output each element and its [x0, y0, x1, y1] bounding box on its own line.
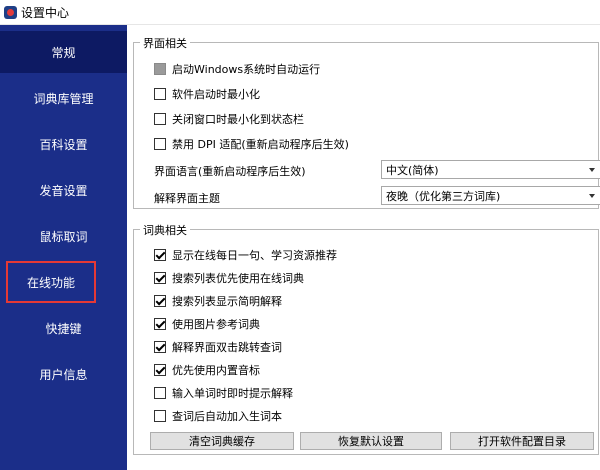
clear-cache-button[interactable]: 清空词典缓存 [150, 432, 294, 450]
dictionary-settings-group: 词典相关 显示在线每日一句、学习资源推荐 搜索列表优先使用在线词典 搜索列表显示… [133, 222, 599, 455]
checkbox[interactable] [154, 318, 166, 330]
option-label: 禁用 DPI 适配(重新启动程序后生效) [172, 138, 349, 151]
checkbox[interactable] [154, 364, 166, 376]
option-label: 显示在线每日一句、学习资源推荐 [172, 249, 337, 262]
checkbox[interactable] [154, 63, 166, 75]
option-builtin-phonetics[interactable]: 优先使用内置音标 [154, 362, 260, 378]
option-auto-start[interactable]: 启动Windows系统时自动运行 [154, 61, 320, 77]
sidebar-item-label: 鼠标取词 [39, 229, 88, 244]
sidebar-item-label: 词典库管理 [33, 91, 94, 106]
option-label: 关闭窗口时最小化到状态栏 [172, 113, 304, 126]
checkbox[interactable] [154, 138, 166, 150]
sidebar-item-encyclopedia[interactable]: 百科设置 [0, 123, 127, 165]
option-label: 软件启动时最小化 [172, 88, 260, 101]
option-double-click-lookup[interactable]: 解释界面双击跳转查词 [154, 339, 282, 355]
button-label: 清空词典缓存 [189, 435, 255, 448]
group-title: 界面相关 [140, 35, 190, 51]
option-image-dictionary[interactable]: 使用图片参考词典 [154, 316, 260, 332]
settings-panel: 界面相关 启动Windows系统时自动运行 软件启动时最小化 关闭窗口时最小化到… [127, 25, 600, 470]
option-label: 启动Windows系统时自动运行 [172, 63, 321, 76]
interface-settings-group: 界面相关 启动Windows系统时自动运行 软件启动时最小化 关闭窗口时最小化到… [133, 35, 600, 209]
option-disable-dpi[interactable]: 禁用 DPI 适配(重新启动程序后生效) [154, 136, 349, 152]
button-label: 打开软件配置目录 [478, 435, 566, 448]
language-label: 界面语言(重新启动程序后生效) [154, 165, 306, 178]
sidebar-item-shortcuts[interactable]: 快捷键 [0, 307, 127, 349]
language-select[interactable]: 中文(简体) [381, 160, 600, 179]
checkbox[interactable] [154, 113, 166, 125]
checkbox[interactable] [154, 410, 166, 422]
button-label: 恢复默认设置 [338, 435, 404, 448]
option-brief-explanation[interactable]: 搜索列表显示简明解释 [154, 293, 282, 309]
sidebar-item-label: 发音设置 [39, 183, 88, 198]
app-logo-icon [4, 5, 17, 19]
option-label: 优先使用内置音标 [172, 364, 260, 377]
sidebar-item-dictionary-library[interactable]: 词典库管理 [0, 77, 127, 119]
option-label: 输入单词时即时提示解释 [172, 387, 293, 400]
option-label: 查词后自动加入生词本 [172, 410, 282, 423]
option-start-minimized[interactable]: 软件启动时最小化 [154, 86, 260, 102]
window-title: 设置中心 [21, 5, 70, 20]
option-auto-add-vocab[interactable]: 查词后自动加入生词本 [154, 408, 282, 424]
group-title: 词典相关 [140, 222, 190, 238]
chevron-down-icon [589, 168, 595, 172]
checkbox[interactable] [154, 295, 166, 307]
option-label: 解释界面双击跳转查词 [172, 341, 282, 354]
checkbox[interactable] [154, 341, 166, 353]
checkbox[interactable] [154, 387, 166, 399]
option-instant-hint[interactable]: 输入单词时即时提示解释 [154, 385, 293, 401]
checkbox[interactable] [154, 88, 166, 100]
option-daily-sentence[interactable]: 显示在线每日一句、学习资源推荐 [154, 247, 337, 263]
theme-label: 解释界面主题 [154, 192, 220, 205]
sidebar-item-label: 用户信息 [39, 367, 88, 382]
sidebar-item-user-info[interactable]: 用户信息 [0, 353, 127, 395]
sidebar-item-label: 快捷键 [45, 321, 82, 336]
option-label: 搜索列表优先使用在线词典 [172, 272, 304, 285]
sidebar-item-pronunciation[interactable]: 发音设置 [0, 169, 127, 211]
open-config-folder-button[interactable]: 打开软件配置目录 [450, 432, 594, 450]
option-minimize-to-tray[interactable]: 关闭窗口时最小化到状态栏 [154, 111, 304, 127]
option-label: 使用图片参考词典 [172, 318, 260, 331]
sidebar-item-label: 常规 [51, 45, 76, 60]
sidebar-item-label: 百科设置 [39, 137, 88, 152]
checkbox[interactable] [154, 249, 166, 261]
sidebar: 常规 词典库管理 百科设置 发音设置 鼠标取词 在线功能 快捷键 用户信息 [0, 25, 127, 470]
checkbox[interactable] [154, 272, 166, 284]
sidebar-item-online-features[interactable]: 在线功能 [6, 261, 96, 303]
sidebar-item-mouse-lookup[interactable]: 鼠标取词 [0, 215, 127, 257]
title-bar: 设置中心 [0, 0, 600, 25]
theme-select-value: 夜晚（优化第三方词库) [386, 189, 501, 203]
restore-defaults-button[interactable]: 恢复默认设置 [300, 432, 442, 450]
chevron-down-icon [589, 194, 595, 198]
theme-select[interactable]: 夜晚（优化第三方词库) [381, 186, 600, 205]
option-label: 搜索列表显示简明解释 [172, 295, 282, 308]
option-online-dict-first[interactable]: 搜索列表优先使用在线词典 [154, 270, 304, 286]
language-select-value: 中文(简体) [386, 163, 439, 177]
sidebar-item-label: 在线功能 [26, 275, 75, 290]
sidebar-item-general[interactable]: 常规 [0, 31, 127, 73]
